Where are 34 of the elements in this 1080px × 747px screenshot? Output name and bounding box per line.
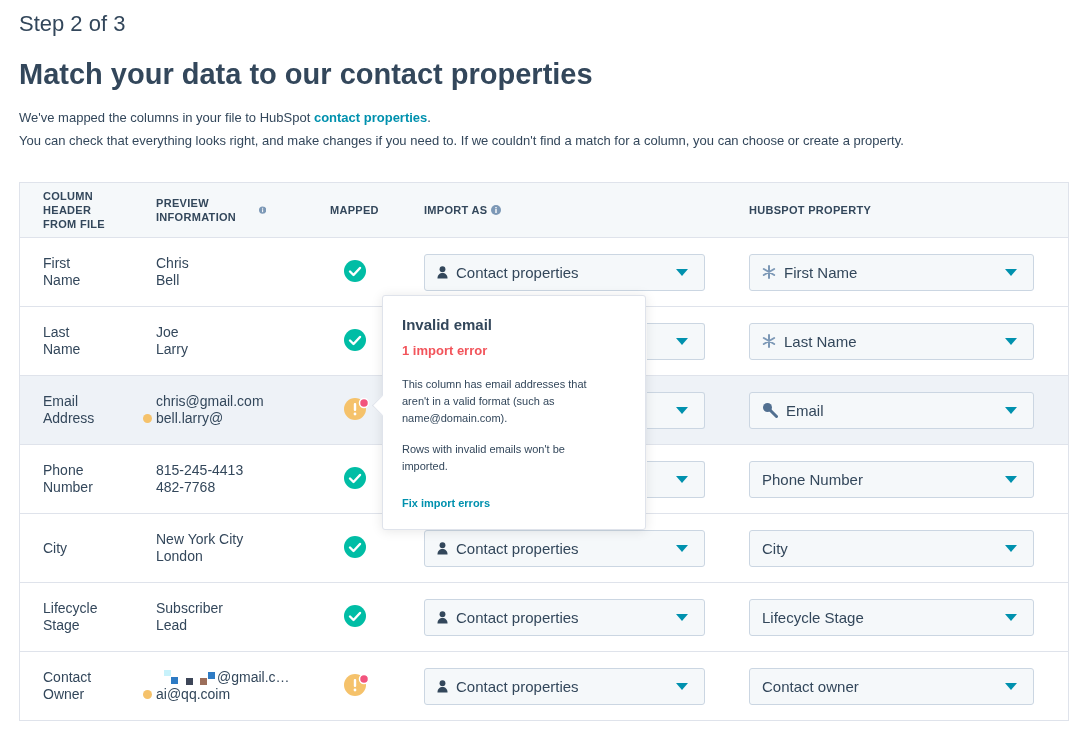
- intro-text: You can check that everything looks right, and make changes if you need to. If we couldn't find a match for a column, you can choose or create a property.: [19, 132, 905, 150]
- intro-text: We've mapped the columns in your file to HubSpot contact properties.: [19, 109, 432, 127]
- preview-value: ai@qq.coim: [156, 686, 231, 703]
- preview-value: 815-245-4413: [156, 462, 244, 479]
- popover-title: Invalid email: [402, 316, 494, 333]
- column-name: Last Name: [43, 324, 82, 358]
- preview-value: London: [156, 548, 203, 565]
- preview-value: Larry: [156, 341, 188, 358]
- preview-value: chris@gmail.com: [156, 393, 264, 410]
- preview-value: Subscriber: [156, 600, 223, 617]
- preview-value: @gmail.c…: [217, 669, 290, 686]
- column-name: Phone Number: [43, 462, 94, 496]
- column-name: First Name: [43, 255, 82, 289]
- column-header: IMPORT AS: [424, 203, 488, 217]
- preview-value: 482-7768: [156, 479, 216, 496]
- column-name: Lifecycle Stage: [43, 600, 99, 634]
- column-header: HUBSPOT PROPERTY: [749, 203, 872, 217]
- preview-value: New York City: [156, 531, 244, 548]
- popover-text: This column has email addresses that aren't in a valid format (such as name@domain.com).: [402, 377, 588, 426]
- column-name: Contact Owner: [43, 669, 93, 703]
- column-name: Email Address: [43, 393, 96, 427]
- preview-value: Bell: [156, 272, 180, 289]
- preview-value: bell.larry@: [156, 410, 224, 427]
- column-header: MAPPED: [330, 203, 379, 217]
- preview-value: Lead: [156, 617, 188, 634]
- preview-value: Chris: [156, 255, 189, 272]
- error-count: 1 import error: [402, 343, 489, 358]
- step-indicator: Step 2 of 3: [19, 10, 127, 38]
- column-header: PREVIEW INFORMATION: [156, 196, 238, 224]
- column-name: City: [43, 539, 69, 557]
- preview-value: Joe: [156, 324, 179, 341]
- popover-text: Rows with invalid emails won't be imported.: [402, 442, 566, 474]
- page-title: Match your data to our contact properties: [19, 57, 594, 92]
- column-header: COLUMN HEADER FROM FILE: [43, 189, 106, 231]
